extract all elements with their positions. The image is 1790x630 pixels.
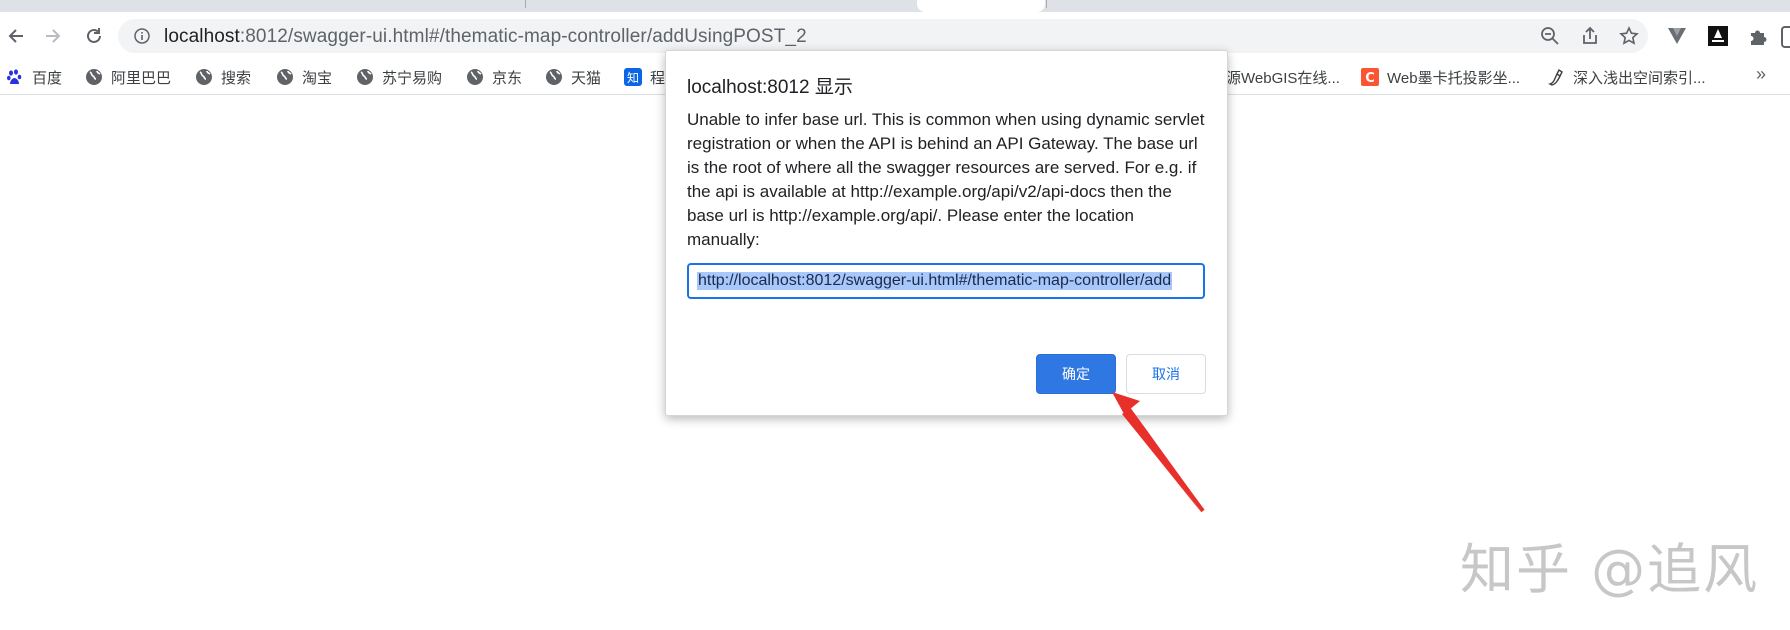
- ok-button[interactable]: 确定: [1036, 354, 1116, 394]
- bookmark-label: 苏宁易购: [382, 69, 443, 87]
- bookmark-item[interactable]: 搜索: [195, 66, 251, 88]
- back-button[interactable]: [0, 20, 32, 52]
- bookmark-item[interactable]: 京东: [466, 66, 522, 88]
- cancel-button[interactable]: 取消: [1126, 354, 1206, 394]
- v-shield-icon: [1668, 28, 1686, 44]
- prompt-dialog: localhost:8012 显示 Unable to infer base u…: [665, 50, 1228, 416]
- bookmark-item[interactable]: 苏宁易购: [356, 66, 442, 88]
- globe-icon: [546, 69, 562, 85]
- black-app-icon: [1708, 26, 1728, 46]
- reload-icon: [87, 28, 101, 43]
- tab-active[interactable]: [917, 0, 1045, 12]
- url-path: :8012/swagger-ui.html#/thematic-map-cont…: [239, 26, 807, 47]
- bookmark-label: 百度: [32, 69, 63, 87]
- bookmark-label: 淘宝: [302, 69, 333, 87]
- svg-text:知: 知: [627, 71, 639, 85]
- zhihu-icon: 知: [624, 68, 642, 86]
- url-host: localhost: [164, 26, 240, 47]
- tab-strip: [0, 0, 1790, 12]
- profile-edge[interactable]: [1781, 26, 1790, 48]
- reload-button[interactable]: [78, 20, 110, 52]
- bookmark-label: 程: [650, 69, 666, 87]
- bookmark-label: 京东: [492, 69, 523, 87]
- bookmark-item[interactable]: 知 程: [624, 66, 665, 88]
- bookmark-item[interactable]: 淘宝: [276, 66, 332, 88]
- tab-divider: [1046, 0, 1047, 8]
- dialog-title: localhost:8012 显示: [687, 77, 853, 98]
- pen-nib-icon: [1547, 68, 1563, 86]
- bookmark-label: 源WebGIS在线...: [1226, 69, 1340, 87]
- url-text[interactable]: localhost:8012/swagger-ui.html#/thematic…: [164, 26, 807, 48]
- bookmark-item[interactable]: 深入浅出空间索引...: [1547, 66, 1706, 88]
- globe-icon: [86, 69, 102, 85]
- bookmark-item[interactable]: 源WebGIS在线...: [1226, 66, 1340, 88]
- bookmark-star-button[interactable]: [1617, 24, 1641, 48]
- share-button[interactable]: [1578, 24, 1602, 48]
- zoom-out-icon: [1541, 27, 1559, 45]
- dialog-message: Unable to infer base url. This is common…: [687, 110, 1205, 249]
- globe-icon: [277, 69, 293, 85]
- bookmark-item[interactable]: C Web墨卡托投影坐...: [1361, 66, 1520, 88]
- extensions-button[interactable]: [1746, 24, 1770, 48]
- base-url-input[interactable]: http://localhost:8012/swagger-ui.html#/t…: [687, 263, 1205, 299]
- baidu-paw-icon: [7, 69, 22, 84]
- bookmark-label: 深入浅出空间索引...: [1573, 69, 1706, 87]
- globe-icon: [467, 69, 483, 85]
- globe-icon: [357, 69, 373, 85]
- bookmarks-overflow-button[interactable]: »: [1756, 64, 1766, 85]
- arrow-right-icon: [46, 29, 61, 43]
- base-url-input-value: http://localhost:8012/swagger-ui.html#/t…: [697, 272, 1173, 290]
- forward-button[interactable]: [37, 20, 69, 52]
- star-icon: [1619, 26, 1639, 45]
- share-icon: [1583, 26, 1597, 44]
- c-logo-icon: C: [1361, 68, 1379, 86]
- tab-previous[interactable]: [0, 0, 920, 12]
- bookmark-label: Web墨卡托投影坐...: [1387, 69, 1521, 87]
- svg-text:C: C: [1365, 71, 1375, 86]
- tab-divider: [525, 0, 526, 8]
- address-bar[interactable]: localhost:8012/swagger-ui.html#/thematic…: [118, 19, 1648, 53]
- bookmark-item[interactable]: 阿里巴巴: [85, 66, 171, 88]
- bookmark-item[interactable]: 天猫: [545, 66, 601, 88]
- extension-v-button[interactable]: [1665, 24, 1689, 48]
- puzzle-icon: [1751, 30, 1767, 45]
- bookmark-label: 搜索: [221, 69, 252, 87]
- arrow-left-icon: [8, 29, 23, 43]
- bookmark-label: 天猫: [571, 69, 602, 87]
- watermark: 知乎 @追风: [1460, 538, 1760, 601]
- info-icon[interactable]: [134, 28, 150, 44]
- globe-icon: [196, 69, 212, 85]
- zoom-button[interactable]: [1538, 24, 1562, 48]
- extension-app-button[interactable]: [1706, 24, 1730, 48]
- bookmark-item[interactable]: 百度: [6, 66, 62, 88]
- bookmark-label: 阿里巴巴: [111, 69, 172, 87]
